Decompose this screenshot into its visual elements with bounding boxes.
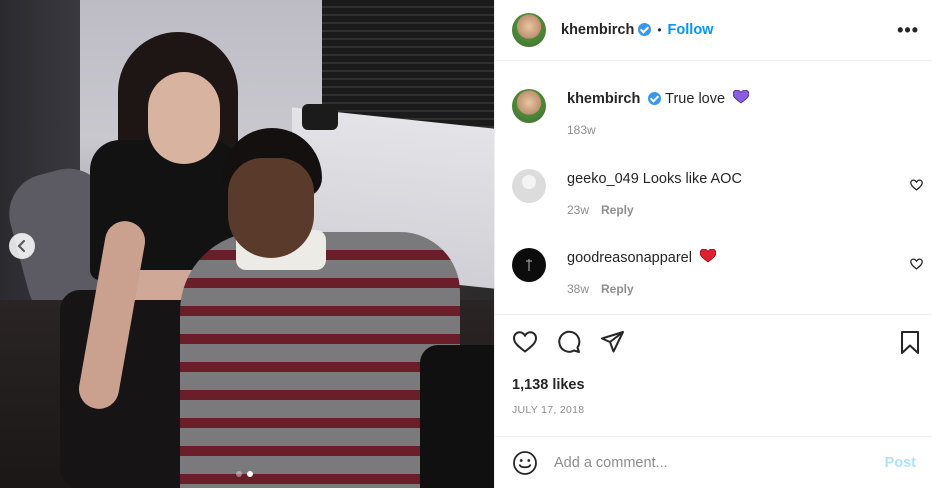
verified-badge-icon [648, 91, 662, 105]
carousel-dot [236, 471, 242, 477]
comment-text: Looks like AOC [642, 171, 742, 187]
caption-avatar[interactable] [512, 89, 546, 123]
comment-row: goodreasonapparel 38w Reply [512, 248, 716, 296]
chevron-left-icon [18, 240, 25, 252]
photo-person-man-face [228, 158, 314, 258]
caption-username[interactable]: khembirch [567, 91, 640, 107]
comment-like-heart-icon[interactable] [910, 258, 923, 270]
post-photo[interactable] [0, 0, 494, 488]
comment-row: geeko_049 Looks like AOC 23w Reply [512, 169, 742, 217]
smiley-icon[interactable] [512, 450, 538, 476]
commenter-avatar[interactable] [512, 248, 546, 282]
commenter-avatar[interactable] [512, 169, 546, 203]
verified-badge-icon [638, 22, 652, 36]
post-side-panel: khembirch • Follow ••• khembirch True lo… [494, 0, 932, 488]
comment-input[interactable] [554, 454, 885, 471]
comment-like-heart-icon[interactable] [910, 179, 923, 191]
carousel-indicator [236, 471, 253, 477]
comment-box: Post [495, 436, 932, 488]
brand-logo-icon [526, 259, 532, 271]
post-actions [512, 330, 626, 354]
author-avatar[interactable] [512, 13, 546, 47]
photo-ashtray [302, 104, 338, 130]
carousel-dot-active [247, 471, 253, 477]
comments-section: khembirch True love 183w geeko_049 Looks [495, 62, 932, 314]
likes-count[interactable]: 1,138 likes [512, 377, 585, 393]
reply-button[interactable]: Reply [601, 282, 634, 296]
commenter-username[interactable]: geeko_049 [567, 171, 639, 187]
caption-text: True love [665, 91, 726, 107]
purple-heart-icon [733, 90, 750, 104]
photo-person-woman-face [148, 72, 220, 164]
commenter-username[interactable]: goodreasonapparel [567, 250, 692, 266]
comment-age: 23w [567, 203, 590, 217]
reply-button[interactable]: Reply [601, 203, 634, 217]
save-button[interactable] [899, 330, 921, 361]
like-button[interactable] [512, 330, 538, 354]
author-username[interactable]: khembirch [561, 22, 634, 38]
heart-icon [512, 331, 538, 353]
comment-age: 38w [567, 282, 590, 296]
photo-armrest [420, 345, 494, 488]
separator-dot: • [657, 23, 662, 37]
post-header: khembirch • Follow ••• [495, 0, 932, 61]
photo-person-man-sweater [180, 232, 460, 488]
comment-icon [558, 330, 581, 353]
follow-button[interactable]: Follow [668, 22, 714, 38]
bookmark-icon [901, 331, 919, 354]
red-heart-icon [700, 249, 716, 263]
more-horizontal-icon: ••• [897, 20, 919, 40]
comment-button[interactable] [556, 330, 582, 354]
carousel-prev-button[interactable] [9, 233, 35, 259]
caption-row: khembirch True love 183w [512, 89, 750, 137]
post-button[interactable]: Post [885, 455, 916, 471]
post-date[interactable]: JULY 17, 2018 [512, 404, 584, 416]
divider [495, 314, 932, 315]
more-options-button[interactable]: ••• [897, 20, 919, 41]
share-button[interactable] [600, 330, 626, 354]
caption-age: 183w [567, 123, 596, 137]
send-icon [601, 331, 624, 353]
